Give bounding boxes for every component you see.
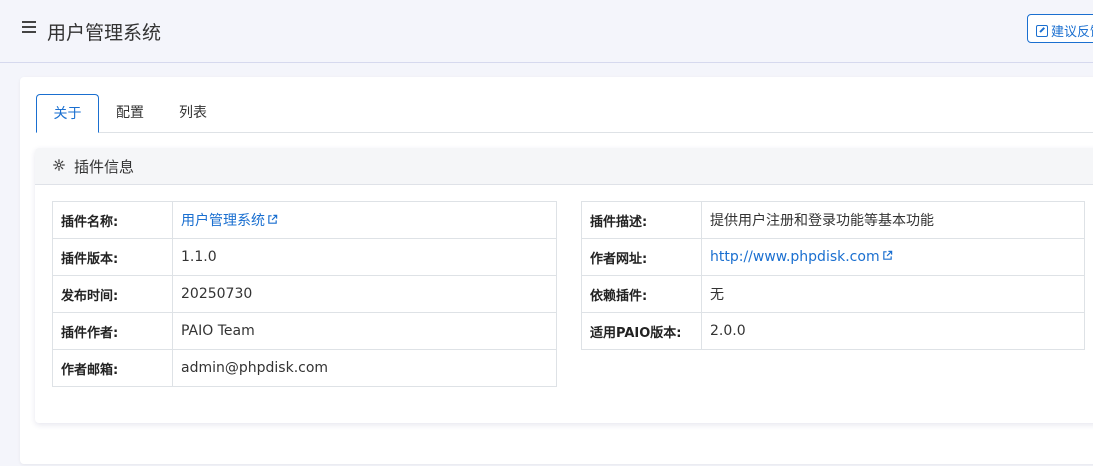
plugin-description-value: 提供用户注册和登录功能等基本功能 [701,201,1085,239]
tab-about[interactable]: 关于 [36,94,99,133]
table-row: 插件版本: 1.1.0 [52,238,557,276]
table-row: 插件名称: 用户管理系统 [52,201,557,239]
plugin-name-key: 插件名称: [52,201,173,239]
plugin-name-link[interactable]: 用户管理系统 [181,213,265,229]
author-website-link[interactable]: http://www.phpdisk.com [710,249,880,265]
table-row: 依赖插件: 无 [581,275,1085,313]
plugin-info-table-left: 插件名称: 用户管理系统 插件版本: 1.1.0 发布时间: 20250730 … [52,201,557,387]
page-title: 用户管理系统 [47,22,162,44]
table-row: 插件作者: PAIO Team [52,312,557,350]
plugin-version-key: 插件版本: [52,238,173,276]
plugin-info-table-right: 插件描述: 提供用户注册和登录功能等基本功能 作者网址: http://www.… [581,201,1085,350]
plugin-info-panel: 插件信息 插件名称: 用户管理系统 插件版本: 1.1.0 发布时间: 2025… [35,148,1093,423]
feedback-button[interactable]: 建议反馈 [1027,14,1093,43]
feedback-label: 建议反馈 [1051,25,1093,40]
table-row: 发布时间: 20250730 [52,275,557,313]
dependency-value: 无 [701,275,1085,313]
author-email-key: 作者邮箱: [52,349,173,387]
release-date-key: 发布时间: [52,275,173,313]
author-website-value: http://www.phpdisk.com [701,238,1085,276]
gear-icon [53,159,65,171]
external-link-icon [268,214,278,224]
paio-version-key: 适用PAIO版本: [581,312,702,350]
dependency-key: 依赖插件: [581,275,702,313]
table-row: 适用PAIO版本: 2.0.0 [581,312,1085,350]
table-row: 插件描述: 提供用户注册和登录功能等基本功能 [581,201,1085,239]
panel-title: 插件信息 [74,158,135,176]
tab-bar: 关于 配置 列表 [36,94,1093,133]
main-card: 关于 配置 列表 插件信息 插件名称: 用户管理系统 插件版本: 1.1.0 发… [20,77,1093,464]
menu-icon[interactable] [22,21,36,35]
plugin-author-value: PAIO Team [172,312,557,350]
top-bar: 用户管理系统 建议反馈 [0,0,1093,63]
panel-header: 插件信息 [35,148,1093,185]
tab-list[interactable]: 列表 [169,94,217,132]
edit-icon [1036,25,1048,37]
plugin-version-value: 1.1.0 [172,238,557,276]
paio-version-value: 2.0.0 [701,312,1085,350]
author-website-key: 作者网址: [581,238,702,276]
external-link-icon [882,250,892,260]
plugin-author-key: 插件作者: [52,312,173,350]
tab-config[interactable]: 配置 [106,94,154,132]
table-row: 作者邮箱: admin@phpdisk.com [52,349,557,387]
table-row: 作者网址: http://www.phpdisk.com [581,238,1085,276]
plugin-name-value: 用户管理系统 [172,201,557,239]
author-email-value: admin@phpdisk.com [172,349,557,387]
plugin-description-key: 插件描述: [581,201,702,239]
release-date-value: 20250730 [172,275,557,313]
